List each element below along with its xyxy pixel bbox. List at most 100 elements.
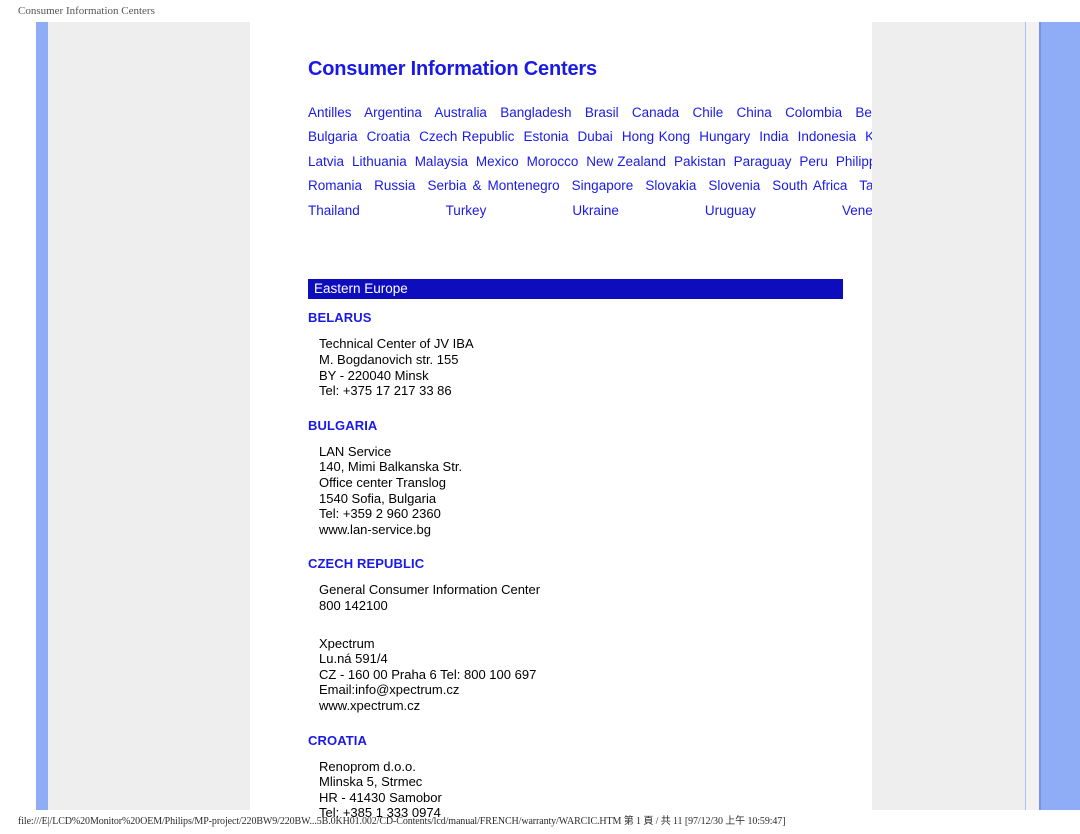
country-link-estonia[interactable]: Estonia xyxy=(523,129,568,144)
address-line: Xpectrum xyxy=(319,635,375,651)
print-header-title: Consumer Information Centers xyxy=(18,5,155,17)
country-link-romania[interactable]: Romania xyxy=(308,178,362,193)
link-separator xyxy=(422,105,435,120)
address-line: Tel: +359 2 960 2360 xyxy=(319,506,441,522)
section-banner-eastern-europe: Eastern Europe xyxy=(308,279,843,300)
right-accent-rail-edge xyxy=(1039,22,1041,810)
country-link-indonesia[interactable]: Indonesia xyxy=(798,129,857,144)
address-line: www.xpectrum.cz xyxy=(319,697,421,713)
country-link-dubai[interactable]: Dubai xyxy=(578,129,613,144)
link-separator xyxy=(468,154,476,169)
right-gutter-gap xyxy=(1026,22,1039,810)
country-heading-croatia: CROATIA xyxy=(308,732,367,748)
address-block-czech-republic: Xpectrum Lu.ná 591/4 CZ - 160 00 Praha 6 T… xyxy=(308,636,848,714)
address-line: Renoprom d.o.o. xyxy=(319,758,416,774)
country-link-chile[interactable]: Chile xyxy=(692,105,723,120)
country-link-singapore[interactable]: Singapore xyxy=(572,178,634,193)
address-line: Email:info@xpectrum.cz xyxy=(319,682,460,698)
country-heading-bulgaria: BULGARIA xyxy=(308,417,378,433)
country-link-malaysia[interactable]: Malaysia xyxy=(415,154,468,169)
country-link-lithuania[interactable]: Lithuania xyxy=(352,154,407,169)
country-link-india[interactable]: India xyxy=(759,129,788,144)
country-link-south-africa[interactable]: South Africa xyxy=(772,178,847,193)
country-link-serbia-montenegro[interactable]: Serbia & Montenegro xyxy=(427,178,559,193)
country-link-croatia[interactable]: Croatia xyxy=(367,129,411,144)
link-separator xyxy=(828,154,836,169)
country-link-uruguay[interactable]: Uruguay xyxy=(705,203,756,218)
address-block-gap xyxy=(308,625,848,636)
link-separator xyxy=(726,154,734,169)
address-line: M. Bogdanovich str. 155 xyxy=(319,352,459,368)
address-line: General Consumer Information Center xyxy=(319,582,541,598)
address-line: BY - 220040 Minsk xyxy=(319,367,429,383)
country-link-antilles[interactable]: Antilles xyxy=(308,105,352,120)
content-sheet: Consumer Information Centers Antilles Ar… xyxy=(250,22,905,820)
country-link-slovenia[interactable]: Slovenia xyxy=(708,178,760,193)
link-separator xyxy=(696,178,708,193)
link-separator xyxy=(619,203,705,218)
address-line: LAN Service xyxy=(319,443,392,459)
link-separator xyxy=(572,105,585,120)
country-link-bangladesh[interactable]: Bangladesh xyxy=(500,105,571,120)
country-link-latvia[interactable]: Latvia xyxy=(308,154,344,169)
link-separator xyxy=(842,105,855,120)
link-separator xyxy=(407,154,415,169)
country-link-canada[interactable]: Canada xyxy=(632,105,679,120)
country-link-morocco[interactable]: Morocco xyxy=(527,154,579,169)
country-link-pakistan[interactable]: Pakistan xyxy=(674,154,726,169)
address-line: HR - 41430 Samobor xyxy=(319,789,442,805)
link-separator xyxy=(486,203,572,218)
right-gutter xyxy=(872,22,1025,810)
country-link-mexico[interactable]: Mexico xyxy=(476,154,519,169)
country-heading-belarus: BELARUS xyxy=(308,310,372,326)
link-separator xyxy=(362,178,374,193)
left-gutter xyxy=(48,22,250,810)
link-separator xyxy=(789,129,798,144)
link-separator xyxy=(760,178,772,193)
page-title: Consumer Information Centers xyxy=(308,58,597,80)
link-separator xyxy=(847,178,859,193)
country-heading-czech-republic: CZECH REPUBLIC xyxy=(308,556,425,572)
address-line: 140, Mimi Balkanska Str. xyxy=(319,459,463,475)
country-link-thailand[interactable]: Thailand xyxy=(308,203,360,218)
country-link-brasil[interactable]: Brasil xyxy=(585,105,619,120)
document-content: Consumer Information Centers Antilles Ar… xyxy=(308,58,905,832)
address-line: Technical Center of JV IBA xyxy=(319,336,474,352)
link-separator xyxy=(723,105,736,120)
link-separator xyxy=(666,154,674,169)
address-line: 1540 Sofia, Bulgaria xyxy=(319,490,437,506)
link-separator xyxy=(360,203,446,218)
link-separator xyxy=(633,178,645,193)
country-link-czech-republic[interactable]: Czech Republic xyxy=(419,129,514,144)
country-link-hungary[interactable]: Hungary xyxy=(699,129,750,144)
link-separator xyxy=(569,129,578,144)
country-link-peru[interactable]: Peru xyxy=(799,154,828,169)
country-link-bulgaria[interactable]: Bulgaria xyxy=(308,129,358,144)
country-link-argentina[interactable]: Argentina xyxy=(364,105,422,120)
country-link-colombia[interactable]: Colombia xyxy=(785,105,842,120)
country-link-turkey[interactable]: Turkey xyxy=(446,203,487,218)
country-link-ukraine[interactable]: Ukraine xyxy=(572,203,619,218)
link-separator xyxy=(619,105,632,120)
link-separator xyxy=(352,105,365,120)
country-link-slovakia[interactable]: Slovakia xyxy=(645,178,696,193)
country-link-hong-kong[interactable]: Hong Kong xyxy=(622,129,690,144)
link-separator xyxy=(679,105,692,120)
link-separator xyxy=(415,178,427,193)
address-line: 800 142100 xyxy=(319,597,388,613)
link-separator xyxy=(756,203,842,218)
country-link-china[interactable]: China xyxy=(737,105,772,120)
link-separator xyxy=(613,129,622,144)
address-block-bulgaria: LAN Service 140, Mimi Balkanska Str. Offic… xyxy=(308,444,848,538)
country-link-australia[interactable]: Australia xyxy=(434,105,487,120)
address-block-belarus: Technical Center of JV IBA M. Bogdanovich… xyxy=(308,336,848,398)
country-link-paraguay[interactable]: Paraguay xyxy=(734,154,792,169)
link-separator xyxy=(772,105,785,120)
address-block-czech-republic: General Consumer Information Center 800 1… xyxy=(308,582,848,613)
link-separator xyxy=(487,105,500,120)
country-link-russia[interactable]: Russia xyxy=(374,178,415,193)
country-link-new-zealand[interactable]: New Zealand xyxy=(586,154,666,169)
print-footer-url: file:///E|/LCD%20Monitor%20OEM/Philips/M… xyxy=(18,816,786,827)
link-separator xyxy=(750,129,759,144)
country-link-list[interactable]: Antilles Argentina Australia Bangladesh … xyxy=(308,103,905,245)
